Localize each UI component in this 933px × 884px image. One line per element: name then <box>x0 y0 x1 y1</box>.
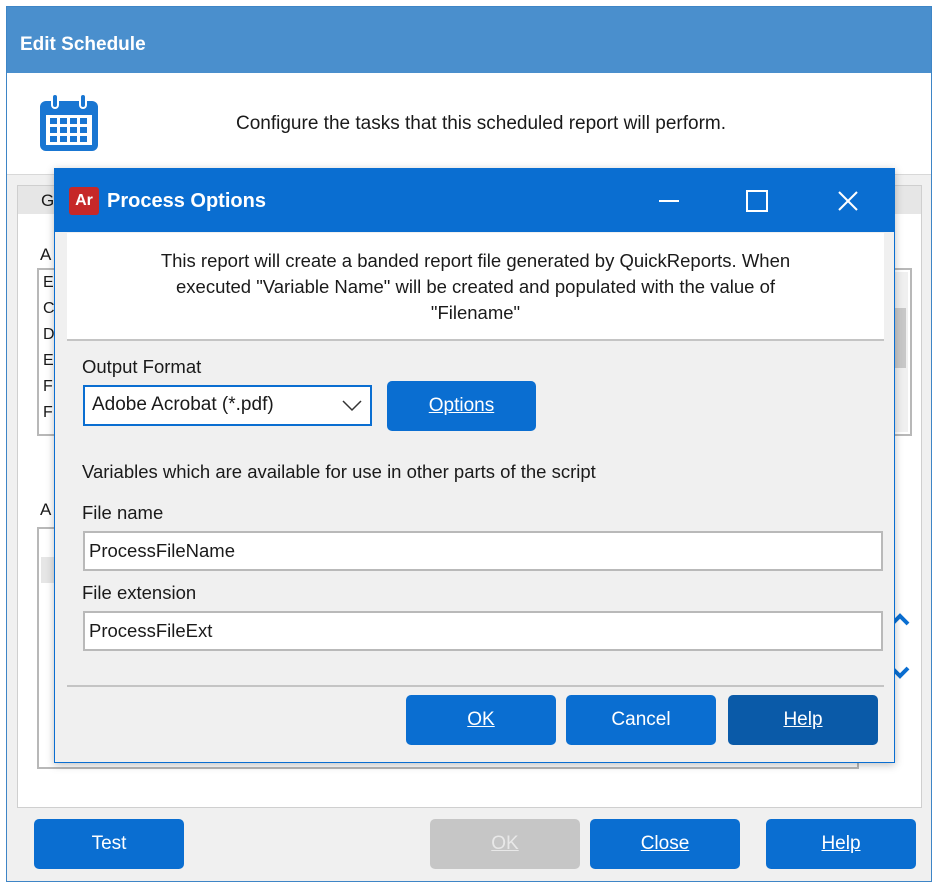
section-label: A <box>40 500 52 519</box>
divider <box>67 685 884 687</box>
list-item[interactable]: F <box>43 378 53 396</box>
file-name-value: ProcessFileName <box>89 540 235 561</box>
dialog-title: Process Options <box>107 190 266 212</box>
options-button[interactable]: Options <box>387 381 536 431</box>
dialog-ok-button[interactable]: OK <box>406 695 556 745</box>
description-line: executed "Variable Name" will be created… <box>176 276 775 297</box>
ok-button-disabled[interactable]: OK <box>430 819 580 869</box>
maximize-icon[interactable] <box>739 183 775 219</box>
output-format-value: Adobe Acrobat (*.pdf) <box>92 394 274 415</box>
dialog-help-button[interactable]: Help <box>728 695 878 745</box>
close-button[interactable]: Close <box>590 819 740 869</box>
close-label: Close <box>640 833 690 854</box>
dialog-cancel-button[interactable]: Cancel <box>566 695 716 745</box>
list-item[interactable]: F <box>43 404 53 422</box>
app-ar-icon: Ar <box>69 187 99 215</box>
test-button[interactable]: Test <box>34 819 184 869</box>
ok-label: OK <box>467 709 495 730</box>
file-extension-input[interactable]: ProcessFileExt <box>83 611 883 651</box>
file-extension-label: File extension <box>82 582 197 603</box>
ok-label: OK <box>491 833 519 854</box>
help-label: Help <box>821 833 861 854</box>
window-title: Edit Schedule <box>7 7 931 73</box>
help-button[interactable]: Help <box>766 819 916 869</box>
scrollbar-thumb[interactable] <box>894 308 906 368</box>
calendar-icon <box>40 93 98 151</box>
file-extension-value: ProcessFileExt <box>89 620 213 641</box>
process-options-dialog: Ar Process Options This report will crea… <box>54 168 895 763</box>
header-description: Configure the tasks that this scheduled … <box>236 113 727 134</box>
output-format-label: Output Format <box>82 356 202 377</box>
list-item[interactable]: E <box>43 352 54 370</box>
dialog-description: This report will create a banded report … <box>67 233 884 341</box>
minimize-icon[interactable] <box>651 183 687 219</box>
description-line: This report will create a banded report … <box>160 250 791 271</box>
help-label: Help <box>783 709 823 730</box>
close-icon[interactable] <box>830 183 866 219</box>
list-item[interactable]: D <box>43 326 55 344</box>
section-label: A <box>40 245 52 264</box>
dialog-title-bar: Ar Process Options <box>55 169 894 232</box>
list-item[interactable]: C <box>43 300 55 318</box>
file-name-input[interactable]: ProcessFileName <box>83 531 883 571</box>
output-format-select[interactable]: Adobe Acrobat (*.pdf) <box>83 385 372 426</box>
tab-general[interactable]: G <box>41 191 54 211</box>
file-name-label: File name <box>82 502 164 523</box>
options-label: Options <box>428 395 495 416</box>
header-panel: Configure the tasks that this scheduled … <box>7 73 931 175</box>
description-line: "Filename" <box>430 302 521 323</box>
list-item[interactable]: E <box>43 274 54 292</box>
variables-note: Variables which are available for use in… <box>82 461 596 482</box>
chevron-down-icon <box>342 400 362 412</box>
